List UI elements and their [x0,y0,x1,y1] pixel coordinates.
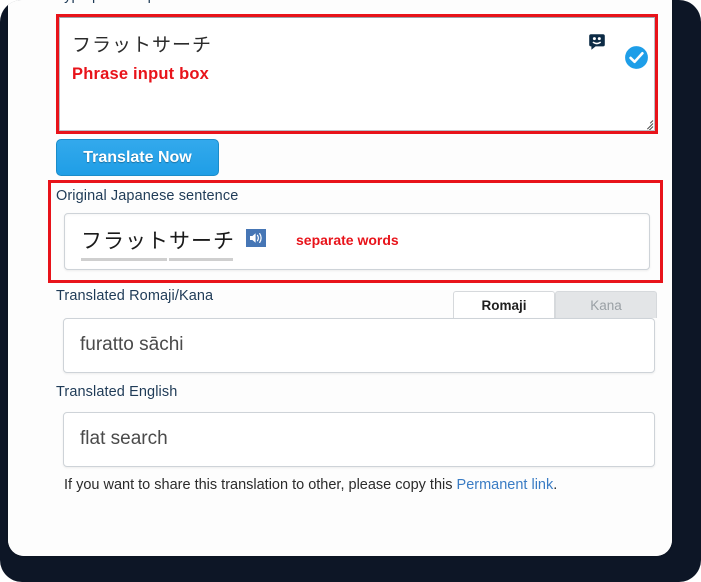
speaker-icon[interactable] [246,229,266,247]
phrase-input-textarea[interactable]: フラットサーチ Phrase input box [59,17,655,131]
share-note: If you want to share this translation to… [64,477,557,493]
english-result-field[interactable]: flat search [63,412,655,467]
assistant-bubble-icon[interactable] [588,33,606,51]
phrase-input-annotation: Phrase input box [72,65,210,83]
original-japanese-label: Original Japanese sentence [56,188,239,204]
translator-panel: Type/paste Japanese sentence here: フラットサ… [8,0,672,556]
browser-window-frame: Type/paste Japanese sentence here: フラットサ… [0,0,701,582]
tab-kana[interactable]: Kana [555,291,657,318]
translated-english-label: Translated English [56,384,178,400]
phrase-input-value: フラットサーチ [72,34,213,56]
english-result-value: flat search [80,428,168,449]
tab-romaji[interactable]: Romaji [453,291,555,318]
japanese-word[interactable]: フラット [81,225,169,261]
share-note-text-after: . [553,477,558,493]
romaji-kana-label: Translated Romaji/Kana [56,288,214,304]
romaji-result-field[interactable]: furatto sāchi [63,318,655,373]
translator-page-body: Type/paste Japanese sentence here: フラットサ… [8,0,672,556]
phrase-input-label: Type/paste Japanese sentence here: [56,0,297,4]
romaji-result-value: furatto sāchi [80,334,184,355]
verified-check-icon[interactable] [623,44,650,71]
original-japanese-section: Original Japanese sentence フラット サーチ sepa… [48,180,663,283]
romaji-kana-tabs: Romaji Kana [453,291,658,318]
resize-grip-icon[interactable] [640,116,654,130]
phrase-input-wrapper: フラットサーチ Phrase input box [56,14,658,134]
translate-now-button[interactable]: Translate Now [56,139,219,176]
permanent-link[interactable]: Permanent link [457,477,554,493]
separate-words-annotation: separate words [296,232,399,248]
share-note-text-before: If you want to share this translation to… [64,477,457,493]
japanese-word[interactable]: サーチ [169,225,235,261]
